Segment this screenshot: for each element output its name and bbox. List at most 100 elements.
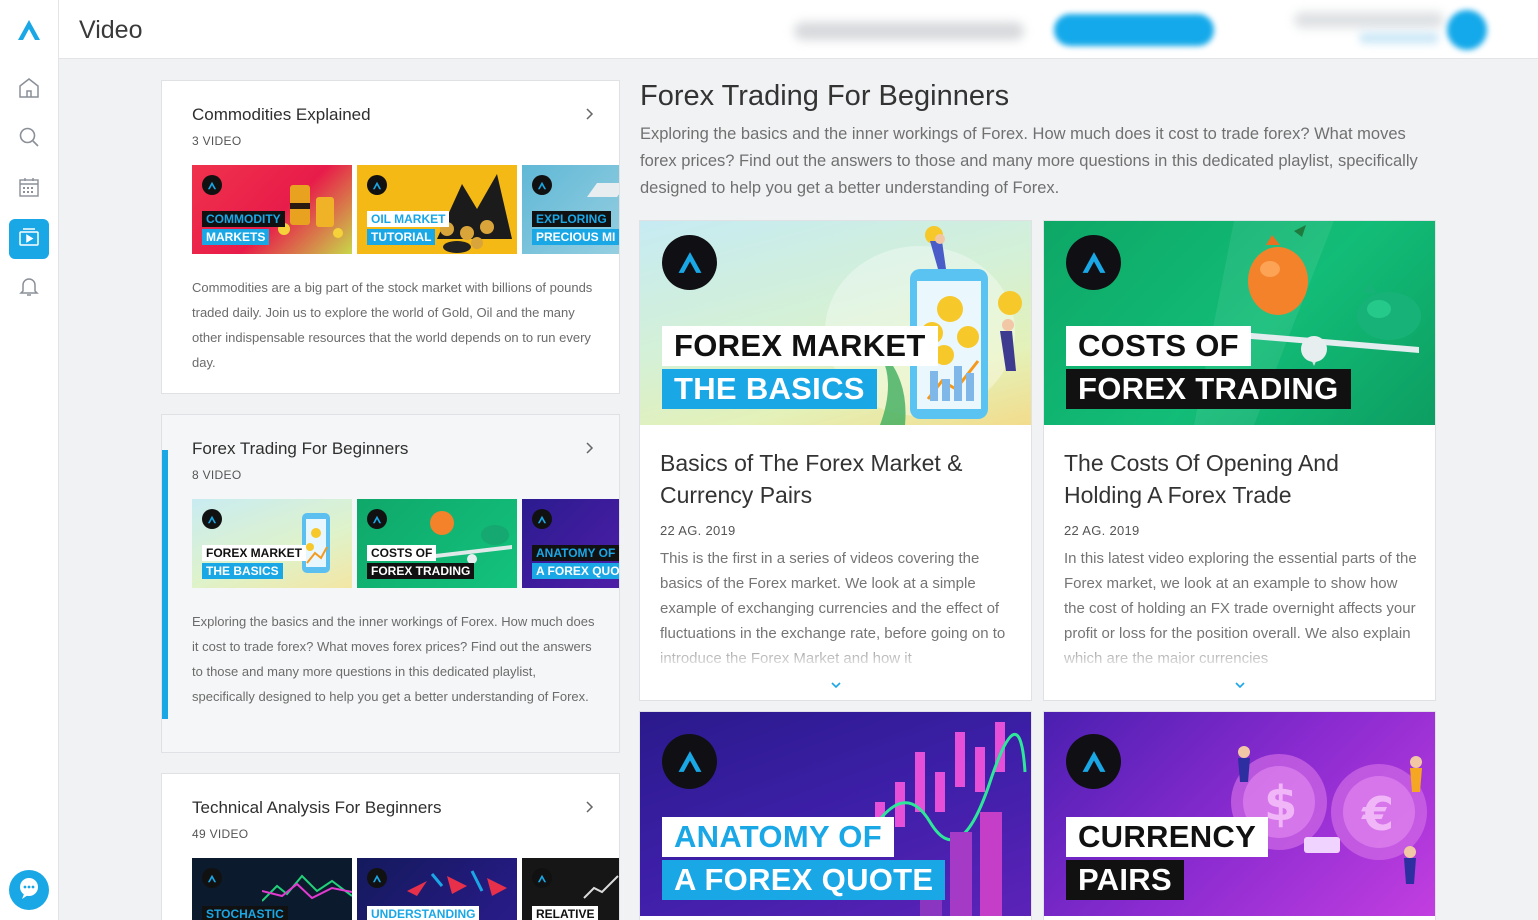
chevron-down-icon[interactable] — [830, 677, 842, 689]
thumbnail-caption: STOCHASTIC — [202, 906, 288, 920]
search-icon — [17, 125, 41, 154]
thumbnail-caption: OIL MARKET — [367, 211, 450, 227]
bell-icon — [17, 274, 41, 303]
chat-bubble-icon — [16, 875, 42, 906]
chevron-right-icon[interactable] — [582, 107, 596, 121]
playlist-thumbnails: STOCHASTIC UNDERSTANDING RELATIVE — [192, 858, 619, 920]
video-thumbnail[interactable]: COSTS OF FOREX TRADING — [357, 499, 517, 588]
thumbnail-overlay-text: FOREX MARKET — [662, 326, 938, 366]
video-thumbnail[interactable]: COSTS OF FOREX TRADING — [1044, 221, 1435, 425]
nav-calendar[interactable] — [9, 169, 49, 209]
thumbnail-caption: COSTS OF — [367, 545, 437, 561]
nav-notifications[interactable] — [9, 268, 49, 308]
brand-logo-icon — [1066, 235, 1121, 290]
video-card[interactable]: FOREX MARKET THE BASICS Basics of The Fo… — [639, 220, 1032, 701]
brand-logo[interactable] — [16, 18, 42, 42]
video-thumbnail[interactable]: ANATOMY OF A FOREX QUO — [522, 499, 619, 588]
playlist-title[interactable]: Commodities Explained — [192, 105, 371, 125]
video-thumbnail[interactable]: $ € CURRENCY PAIRS — [1044, 712, 1435, 916]
home-icon — [17, 76, 41, 105]
thumbnail-overlay-text: A FOREX QUOTE — [662, 860, 946, 900]
brand-logo-icon — [367, 175, 387, 195]
video-date: 22 AG. 2019 — [1064, 523, 1140, 538]
avatar[interactable] — [1447, 10, 1487, 50]
brand-logo-icon — [662, 734, 717, 789]
video-title[interactable]: Basics of The Forex Market & Currency Pa… — [660, 447, 1010, 511]
svg-text:€: € — [1361, 787, 1394, 841]
thumbnail-overlay-text: COSTS OF — [1066, 326, 1251, 366]
video-card[interactable]: ANATOMY OF A FOREX QUOTE — [639, 711, 1032, 920]
video-thumbnail[interactable]: FOREX MARKET THE BASICS — [192, 499, 352, 588]
thumbnail-caption: UNDERSTANDING — [367, 906, 480, 920]
description-fade — [1044, 641, 1435, 671]
svg-text:$: $ — [1264, 776, 1297, 832]
description-fade — [640, 641, 1031, 671]
brand-logo-icon — [202, 509, 222, 529]
brand-logo-icon — [202, 868, 222, 888]
thumbnail-overlay-text: THE BASICS — [662, 369, 877, 409]
thumbnail-caption: RELATIVE — [532, 906, 599, 920]
brand-logo-icon — [532, 509, 552, 529]
blurred-user-name — [1294, 12, 1444, 28]
thumbnail-caption: FOREX TRADING — [367, 563, 475, 579]
chevron-right-icon[interactable] — [582, 800, 596, 814]
thumbnail-caption: EXPLORING — [532, 211, 611, 227]
brand-logo-icon — [662, 235, 717, 290]
thumbnail-caption: PRECIOUS MI — [532, 229, 619, 245]
video-title[interactable]: The Costs Of Opening And Holding A Forex… — [1064, 447, 1414, 511]
calendar-icon — [17, 175, 41, 204]
video-thumbnail[interactable]: STOCHASTIC — [192, 858, 352, 920]
brand-logo-icon — [532, 868, 552, 888]
playlist-thumbnails: FOREX MARKET THE BASICS COSTS OF FOREX T… — [192, 499, 619, 588]
playlist-description: Commodities are a big part of the stock … — [192, 280, 593, 370]
chevron-down-icon[interactable] — [1234, 677, 1246, 689]
brand-logo-icon — [532, 175, 552, 195]
blurred-account-info — [794, 22, 1024, 40]
video-thumbnail[interactable]: EXPLORING PRECIOUS MI — [522, 165, 619, 254]
chat-button[interactable] — [9, 870, 49, 910]
video-thumbnail[interactable]: OIL MARKET TUTORIAL — [357, 165, 517, 254]
video-thumbnail[interactable]: ANATOMY OF A FOREX QUOTE — [640, 712, 1031, 916]
thumbnail-overlay-text: CURRENCY — [1066, 817, 1269, 857]
thumbnail-caption: COMMODITY — [202, 211, 285, 227]
playlist-title[interactable]: Forex Trading For Beginners — [192, 439, 408, 459]
playlist-title[interactable]: Technical Analysis For Beginners — [192, 798, 441, 818]
video-date: 22 AG. 2019 — [660, 523, 736, 538]
thumbnail-caption: ANATOMY OF — [532, 545, 619, 561]
video-icon — [17, 225, 41, 254]
sidebar — [0, 0, 59, 920]
brand-logo-icon — [202, 175, 222, 195]
playlist-card-technical-analysis[interactable]: Technical Analysis For Beginners 49 VIDE… — [161, 773, 620, 920]
top-header: Video — [59, 0, 1538, 59]
video-thumbnail[interactable]: FOREX MARKET THE BASICS — [640, 221, 1031, 425]
thumbnail-caption: THE BASICS — [202, 563, 283, 579]
playlist-description: Exploring the basics and the inner worki… — [192, 614, 595, 704]
video-card[interactable]: $ € CURRENCY PAIRS — [1043, 711, 1436, 920]
video-thumbnail[interactable]: RELATIVE — [522, 858, 619, 920]
thumbnail-caption: A FOREX QUO — [532, 563, 619, 579]
brand-logo-icon — [367, 868, 387, 888]
playlist-card-commodities[interactable]: Commodities Explained 3 VIDEO COMMODITY … — [161, 80, 620, 394]
thumbnail-overlay-text: ANATOMY OF — [662, 817, 894, 857]
video-thumbnail[interactable]: COMMODITY MARKETS — [192, 165, 352, 254]
brand-logo-icon — [1066, 734, 1121, 789]
nav-home[interactable] — [9, 70, 49, 110]
thumbnail-caption: MARKETS — [202, 229, 270, 245]
brand-logo-icon — [367, 509, 387, 529]
playlist-video-count: 3 VIDEO — [192, 134, 242, 148]
video-card[interactable]: COSTS OF FOREX TRADING The Costs Of Open… — [1043, 220, 1436, 701]
playlist-card-forex[interactable]: Forex Trading For Beginners 8 VIDEO FORE… — [161, 414, 620, 753]
thumbnail-overlay-text: PAIRS — [1066, 860, 1184, 900]
video-thumbnail[interactable]: UNDERSTANDING — [357, 858, 517, 920]
playlist-thumbnails: COMMODITY MARKETS OIL MARKET TUTORIAL EX… — [192, 165, 619, 254]
blurred-user-detail — [1359, 32, 1439, 44]
playlist-heading-description: Exploring the basics and the inner worki… — [640, 125, 1418, 197]
chevron-right-icon[interactable] — [582, 441, 596, 455]
page-title: Video — [79, 16, 143, 44]
thumbnail-caption: FOREX MARKET — [202, 545, 306, 561]
thumbnail-caption: TUTORIAL — [367, 229, 436, 245]
blurred-primary-button[interactable] — [1054, 14, 1214, 46]
nav-search[interactable] — [9, 119, 49, 159]
nav-video[interactable] — [9, 219, 49, 259]
playlist-heading: Forex Trading For Beginners — [640, 80, 1010, 112]
